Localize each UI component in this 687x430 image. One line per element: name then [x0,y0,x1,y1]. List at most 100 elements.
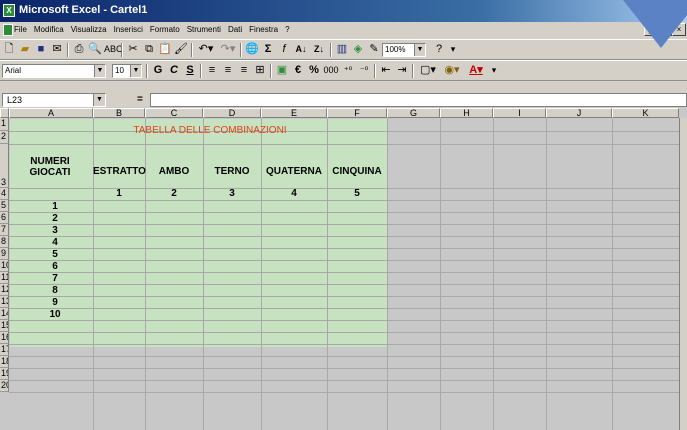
header-number-1[interactable]: 1 [93,188,145,199]
column-header-f[interactable]: F [327,108,387,118]
map-icon[interactable]: ◈ [351,42,365,57]
help-icon[interactable]: ? [432,42,446,57]
align-center-icon[interactable]: ≡ [221,63,235,78]
sort-ascending-icon[interactable]: A↓ [293,42,309,57]
header-terno[interactable]: TERNO [203,166,261,177]
numbers-played-cell[interactable]: 4 [40,237,70,248]
formula-input[interactable] [150,93,687,107]
undo-icon[interactable]: ↶▾ [196,42,216,57]
autosum-icon[interactable]: Σ [261,42,275,57]
header-number-3[interactable]: 3 [203,188,261,199]
bold-button[interactable]: G [151,63,165,78]
numbers-played-cell[interactable]: 8 [40,285,70,296]
numbers-played-cell[interactable]: 9 [40,297,70,308]
numbers-played-cell[interactable]: 3 [40,225,70,236]
cut-icon[interactable]: ✂ [126,42,140,57]
row-header-10[interactable]: 10 [0,260,9,272]
row-header-1[interactable]: 1 [0,118,9,131]
copy-icon[interactable]: ⧉ [142,42,156,57]
underline-button[interactable]: S [183,63,197,78]
fill-color-icon[interactable]: ◉▾ [441,63,463,78]
numbers-played-cell[interactable]: 10 [40,309,70,320]
font-name-select[interactable]: Arial ▼ [2,64,106,78]
header-estratto[interactable]: ESTRATTO [93,166,146,177]
align-right-icon[interactable]: ≡ [237,63,251,78]
column-header-a[interactable]: A [9,108,93,118]
toolbar-options-icon[interactable]: ▾ [448,42,458,57]
row-header-4[interactable]: 4 [0,188,9,200]
euro-currency-icon[interactable]: ▣ [275,63,289,78]
row-header-17[interactable]: 17 [0,344,9,356]
format-painter-icon[interactable]: 🖌 [174,42,188,57]
menu-dati[interactable]: Dati [228,25,242,34]
menu-finestra[interactable]: Finestra [249,25,278,34]
drawing-icon[interactable]: ✎ [367,42,381,57]
font-color-icon[interactable]: A▾ [465,63,487,78]
row-header-3[interactable]: 3 [0,144,9,188]
print-preview-icon[interactable]: 🔍 [88,42,102,57]
currency-icon[interactable]: € [291,63,305,78]
header-numeri-giocati[interactable]: NUMERI GIOCATI [22,156,78,178]
numbers-played-cell[interactable]: 2 [40,213,70,224]
excel-icon[interactable]: X [3,4,15,17]
header-number-5[interactable]: 5 [327,188,387,199]
merge-center-icon[interactable]: ⊞ [253,63,267,78]
align-left-icon[interactable]: ≡ [205,63,219,78]
row-header-15[interactable]: 15 [0,320,9,332]
vertical-scrollbar[interactable] [679,118,687,430]
decrease-indent-icon[interactable]: ⇤ [379,63,393,78]
chart-wizard-icon[interactable]: ▥ [335,42,349,57]
header-ambo[interactable]: AMBO [145,166,203,177]
spelling-icon[interactable]: ABC [104,42,123,57]
row-header-5[interactable]: 5 [0,200,9,212]
header-number-4[interactable]: 4 [261,188,327,199]
percent-icon[interactable]: % [307,63,321,78]
column-header-j[interactable]: J [546,108,612,118]
menu-formato[interactable]: Formato [150,25,180,34]
menu-file[interactable]: File [14,25,27,34]
numbers-played-cell[interactable]: 7 [40,273,70,284]
redo-icon[interactable]: ↷▾ [218,42,238,57]
numbers-played-cell[interactable]: 6 [40,261,70,272]
sort-descending-icon[interactable]: Z↓ [311,42,327,57]
row-header-18[interactable]: 18 [0,356,9,368]
print-icon[interactable]: ⎙ [72,42,86,57]
workbook-icon[interactable] [3,24,13,36]
row-header-2[interactable]: 2 [0,131,9,144]
decrease-decimal-icon[interactable]: ⁻⁰ [357,63,371,78]
column-header-c[interactable]: C [145,108,203,118]
thousands-separator-icon[interactable]: 000 [323,63,339,78]
name-box[interactable]: L23 ▼ [2,93,106,107]
increase-indent-icon[interactable]: ⇥ [395,63,409,78]
email-icon[interactable]: ✉ [50,42,64,57]
menu-strumenti[interactable]: Strumenti [187,25,221,34]
row-header-14[interactable]: 14 [0,308,9,320]
header-cinquina[interactable]: CINQUINA [327,166,387,177]
row-header-12[interactable]: 12 [0,284,9,296]
column-header-h[interactable]: H [440,108,493,118]
font-size-select[interactable]: 10 ▼ [112,64,142,78]
column-header-d[interactable]: D [203,108,261,118]
header-number-2[interactable]: 2 [145,188,203,199]
column-header-i[interactable]: I [493,108,546,118]
zoom-select[interactable]: 100% ▼ [382,43,426,57]
menu-modifica[interactable]: Modifica [34,25,64,34]
chevron-down-icon[interactable]: ▼ [93,94,105,106]
italic-button[interactable]: C [167,63,181,78]
edit-formula-button[interactable]: = [137,93,143,107]
menu-help[interactable]: ? [285,25,289,34]
chevron-down-icon[interactable]: ▼ [414,44,425,56]
row-header-6[interactable]: 6 [0,212,9,224]
open-folder-icon[interactable]: ▰ [18,42,32,57]
borders-icon[interactable]: ▢▾ [417,63,439,78]
increase-decimal-icon[interactable]: ⁺⁰ [341,63,355,78]
row-header-20[interactable]: 20 [0,380,9,392]
chevron-down-icon[interactable]: ▼ [94,65,105,77]
row-header-11[interactable]: 11 [0,272,9,284]
function-icon[interactable]: f [277,42,291,57]
menu-inserisci[interactable]: Inserisci [114,25,143,34]
table-title[interactable]: TABELLA DELLE COMBINAZIONI [93,125,327,136]
row-header-7[interactable]: 7 [0,224,9,236]
header-quaterna[interactable]: QUATERNA [261,166,327,177]
chevron-down-icon[interactable]: ▼ [130,65,141,77]
